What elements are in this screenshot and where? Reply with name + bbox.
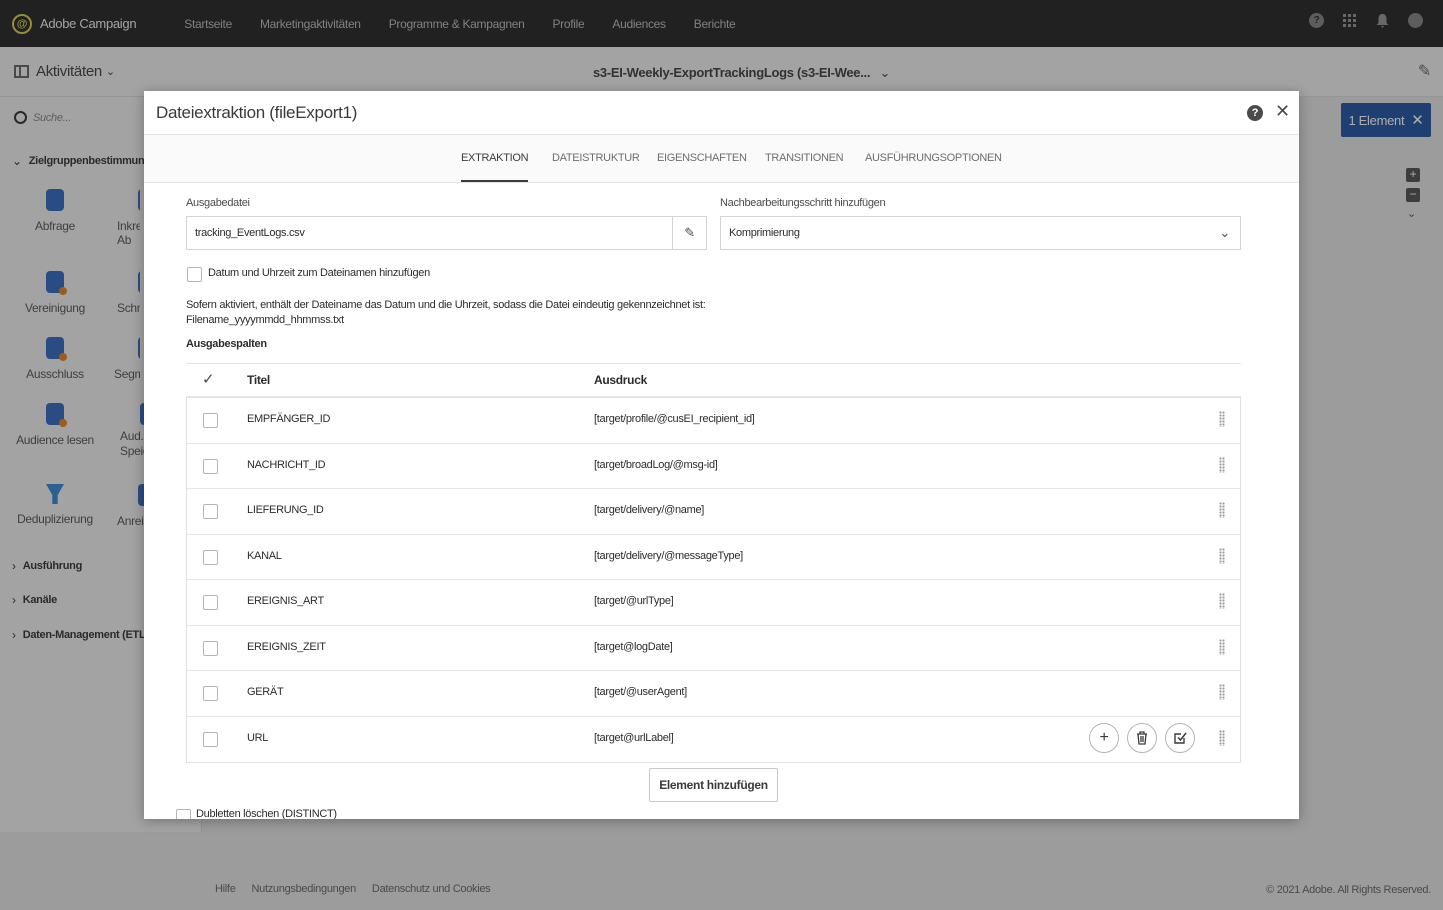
info-line: Sofern aktiviert, enthält der Dateiname … (186, 299, 706, 311)
pencil-icon: ✎ (684, 225, 695, 240)
table-row[interactable]: KANAL [target/delivery/@messageType] (187, 535, 1240, 580)
row-title: URL (247, 731, 269, 744)
tab-execution-options[interactable]: AUSFÜHRUNGSOPTIONEN (865, 152, 1002, 164)
drag-handle-icon[interactable] (1219, 638, 1225, 655)
drag-handle-icon[interactable] (1219, 502, 1225, 518)
close-icon[interactable]: ✕ (1275, 101, 1290, 122)
distinct-checkbox[interactable] (176, 809, 191, 819)
dialog-title: Dateiextraktion (fileExport1) (156, 103, 358, 122)
row-checkbox[interactable] (203, 549, 218, 565)
postprocess-value: Komprimierung (729, 227, 800, 239)
row-title: LIEFERUNG_ID (247, 504, 324, 516)
filename-info-text: Sofern aktiviert, enthält der Dateiname … (186, 298, 706, 328)
table-row[interactable]: LIEFERUNG_ID [target/delivery/@name] (187, 489, 1240, 535)
row-actions: + (1089, 722, 1195, 753)
info-line: Filename_yyyymmdd_hhmmss.txt (186, 314, 344, 326)
table-header: ✓ Titel Ausdruck (186, 364, 1241, 397)
row-checkbox[interactable] (203, 731, 218, 747)
output-file-label: Ausgabedatei (186, 197, 250, 209)
row-title: EREIGNIS_ZEIT (247, 640, 326, 653)
tab-properties[interactable]: EIGENSCHAFTEN (657, 152, 747, 164)
tab-extraction[interactable]: EXTRAKTION (461, 152, 529, 182)
distinct-label: Dubletten löschen (DISTINCT) (196, 808, 337, 819)
row-checkbox[interactable] (203, 504, 218, 519)
edit-filename-button[interactable]: ✎ (672, 217, 706, 249)
row-title: EMPFÄNGER_ID (247, 413, 331, 425)
help-icon[interactable]: ? (1247, 105, 1263, 121)
row-checkbox[interactable] (203, 595, 218, 610)
chevron-down-icon: ⌄ (1219, 225, 1230, 240)
drag-handle-icon[interactable] (1219, 456, 1225, 473)
row-checkbox[interactable] (203, 640, 218, 656)
drag-handle-icon[interactable] (1219, 593, 1225, 609)
datetime-checkbox[interactable] (187, 267, 202, 282)
tab-file-structure[interactable]: DATEISTRUKTUR (552, 152, 640, 164)
table-row[interactable]: NACHRICHT_ID [target/broadLog/@msg-id] (187, 444, 1240, 489)
column-header-expression[interactable]: Ausdruck (594, 373, 647, 387)
file-extraction-dialog: Dateiextraktion (fileExport1) ? ✕ EXTRAK… (144, 91, 1299, 819)
row-expression: [target/@urlType] (594, 595, 674, 607)
drag-handle-icon[interactable] (1219, 547, 1225, 564)
postprocess-select[interactable]: Komprimierung ⌄ (720, 216, 1241, 250)
table-row[interactable]: URL [target@urlLabel] + (187, 717, 1240, 763)
row-expression: [target/profile/@cusEI_recipient_id] (594, 413, 755, 425)
row-expression: [target@urlLabel] (594, 731, 674, 744)
row-checkbox[interactable] (203, 413, 218, 428)
table-body: EMPFÄNGER_ID [target/profile/@cusEI_reci… (186, 397, 1241, 763)
table-row[interactable]: EREIGNIS_ART [target/@urlType] (187, 580, 1240, 626)
row-title: KANAL (247, 549, 282, 562)
add-row-button[interactable]: + (1089, 722, 1119, 753)
row-title: EREIGNIS_ART (247, 595, 324, 607)
delete-row-button[interactable] (1127, 722, 1157, 753)
row-expression: [target/delivery/@messageType] (594, 549, 743, 562)
output-columns-title: Ausgabespalten (186, 338, 267, 350)
postprocess-label: Nachbearbeitungsschritt hinzufügen (720, 197, 886, 209)
table-row[interactable]: GERÄT [target/@userAgent] (187, 671, 1240, 717)
tab-transitions[interactable]: TRANSITIONEN (765, 152, 844, 164)
drag-handle-icon[interactable] (1219, 684, 1225, 700)
dialog-header: Dateiextraktion (fileExport1) ? ✕ (144, 91, 1299, 135)
output-file-value: tracking_EventLogs.csv (195, 227, 305, 239)
table-row[interactable]: EREIGNIS_ZEIT [target@logDate] (187, 626, 1240, 671)
datetime-checkbox-label: Datum und Uhrzeit zum Dateinamen hinzufü… (208, 267, 430, 279)
row-expression: [target/broadLog/@msg-id] (594, 458, 718, 471)
drag-handle-icon[interactable] (1219, 729, 1225, 746)
dialog-tabs: EXTRAKTION DATEISTRUKTUR EIGENSCHAFTEN T… (144, 135, 1299, 183)
plus-icon: + (1099, 728, 1109, 746)
select-all-check-icon[interactable]: ✓ (202, 370, 215, 388)
output-columns-table: ✓ Titel Ausdruck EMPFÄNGER_ID [target/pr… (186, 363, 1241, 763)
drag-handle-icon[interactable] (1219, 411, 1225, 427)
trash-icon (1137, 730, 1147, 745)
row-checkbox[interactable] (203, 686, 218, 701)
row-title: NACHRICHT_ID (247, 458, 326, 471)
table-row[interactable]: EMPFÄNGER_ID [target/profile/@cusEI_reci… (187, 398, 1240, 444)
add-element-button[interactable]: Element hinzufügen (649, 768, 778, 802)
row-expression: [target@logDate] (594, 640, 673, 653)
column-header-title[interactable]: Titel (247, 373, 270, 387)
row-title: GERÄT (247, 686, 284, 698)
confirm-row-button[interactable] (1165, 722, 1195, 753)
row-checkbox[interactable] (203, 458, 218, 474)
row-expression: [target/@userAgent] (594, 686, 687, 698)
checkbox-check-icon (1174, 732, 1187, 744)
output-file-field[interactable]: tracking_EventLogs.csv ✎ (186, 216, 707, 250)
row-expression: [target/delivery/@name] (594, 504, 705, 516)
